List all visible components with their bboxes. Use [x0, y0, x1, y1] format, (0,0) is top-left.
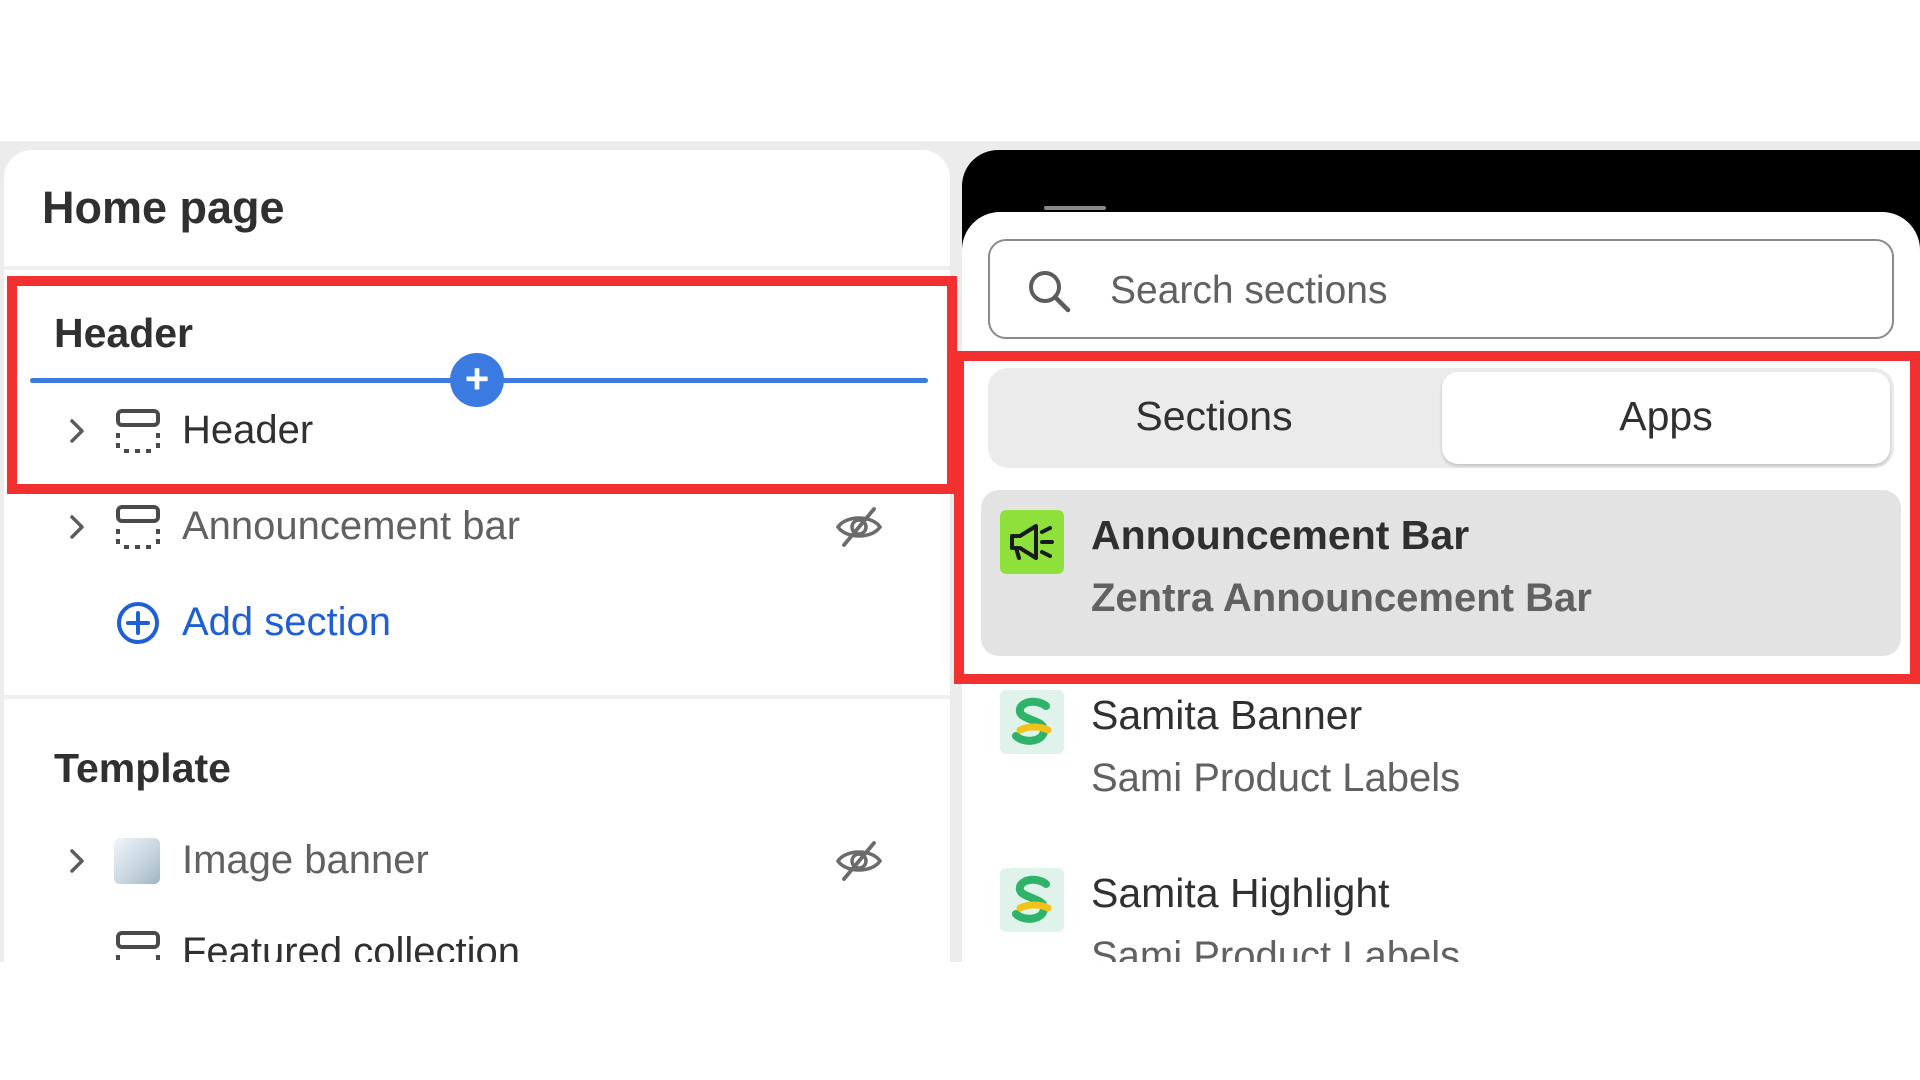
search-placeholder: Search sections [1110, 269, 1388, 312]
section-layout-icon [116, 505, 160, 549]
page-title: Home page [42, 182, 285, 233]
chevron-right-icon[interactable] [59, 509, 95, 545]
app-name: Samita Banner [1091, 692, 1363, 738]
plus-circle-icon [117, 602, 159, 644]
app-item-samita-banner[interactable]: Samita Banner Sami Product Labels [981, 670, 1901, 836]
drag-handle [1044, 206, 1106, 210]
app-name: Samita Highlight [1091, 870, 1390, 916]
section-label: Announcement bar [182, 504, 521, 548]
add-section-label: Add section [182, 600, 392, 644]
app-provider: Sami Product Labels [1091, 756, 1461, 800]
image-thumbnail [114, 838, 160, 884]
annotation-box-apps [954, 351, 1920, 684]
section-row-announcement-bar[interactable]: Announcement bar [4, 492, 950, 562]
annotation-box-header [7, 276, 957, 494]
eye-hidden-icon[interactable] [834, 837, 884, 885]
samita-logo-icon [1000, 690, 1064, 754]
app-provider: Sami Product Labels [1091, 934, 1461, 962]
app-item-samita-highlight[interactable]: Samita Highlight Sami Product Labels [981, 848, 1901, 962]
section-row-featured-collection[interactable]: Featured collection [4, 918, 950, 962]
group-title-template: Template [54, 745, 231, 791]
add-section-button[interactable]: Add section [4, 588, 950, 658]
sections-sidebar: Home page Header + Header Announcement b… [4, 150, 950, 962]
section-layout-icon [116, 931, 160, 962]
section-label: Featured collection [182, 930, 520, 962]
eye-hidden-icon[interactable] [834, 503, 884, 551]
samita-logo-icon [1000, 868, 1064, 932]
section-label: Image banner [182, 838, 429, 882]
divider [4, 695, 950, 699]
divider [4, 266, 950, 270]
search-icon [1029, 271, 1071, 313]
search-sections-input[interactable]: Search sections [988, 239, 1894, 339]
chevron-right-icon[interactable] [59, 843, 95, 879]
section-row-image-banner[interactable]: Image banner [4, 826, 950, 896]
